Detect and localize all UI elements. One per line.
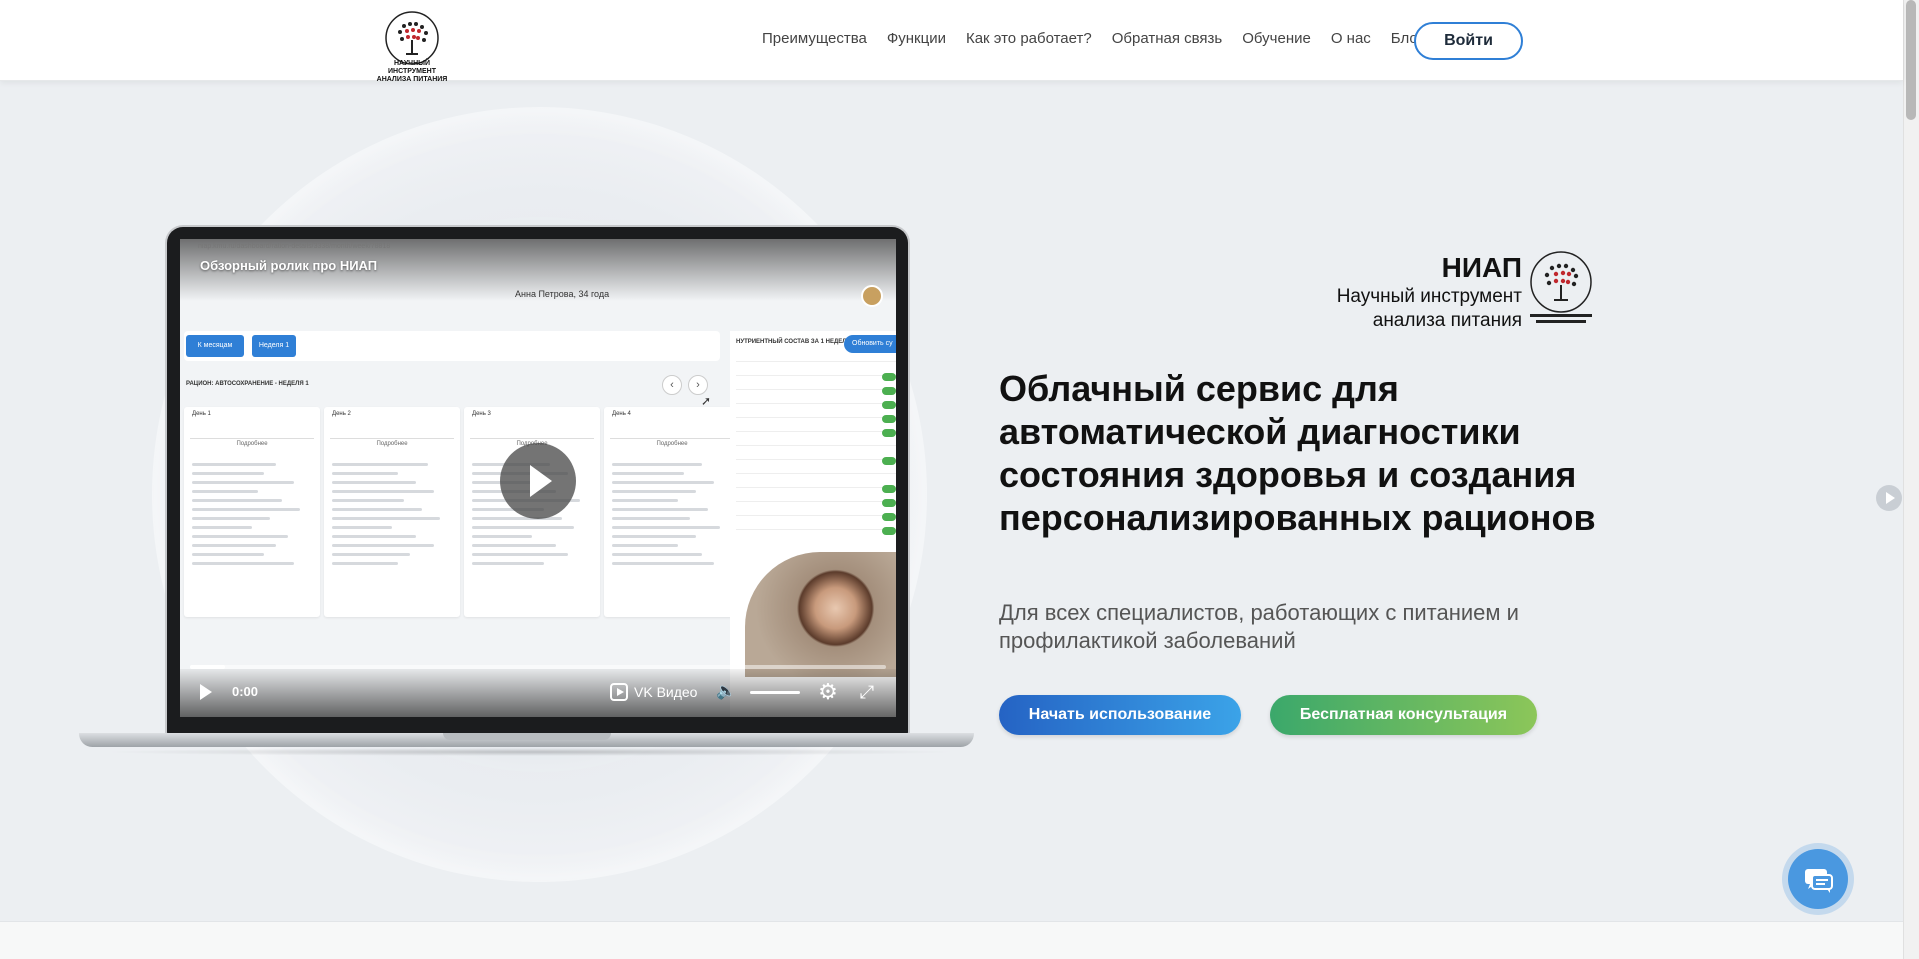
progress-fill (190, 665, 225, 669)
patient-name: Анна Петрова, 34 года (515, 289, 610, 299)
chat-icon (1805, 869, 1833, 893)
day-card: День 4 Подробнее (604, 407, 740, 617)
day-macros (190, 423, 314, 439)
nutrient-row (736, 375, 896, 376)
current-time: 0:00 (232, 684, 259, 699)
page-scrollbar[interactable] (1903, 0, 1919, 959)
cursor-icon: ➚ (701, 394, 712, 408)
week-chip[interactable]: Неделя 1 (252, 335, 296, 357)
start-using-button[interactable]: Начать использование (999, 695, 1241, 735)
nutrient-row (736, 529, 896, 530)
vk-video-icon (610, 683, 628, 701)
niap-logo-icon (1530, 251, 1592, 323)
video-title: Обзорный ролик про НИАП (200, 258, 378, 273)
refresh-button[interactable]: Обновить су (844, 335, 896, 353)
hero-subhead: Для всех специалистов, работающих с пита… (999, 600, 1519, 653)
logo-caption: НАУЧНЫЙ ИНСТРУМЕНТ АНАЛИЗА ПИТАНИЯ (376, 60, 448, 83)
nutrient-bar (882, 415, 896, 423)
nav-advantages[interactable]: Преимущества (762, 30, 867, 47)
volume-icon[interactable]: 🔈 (716, 682, 738, 702)
prev-arrow-icon[interactable]: ‹ (662, 375, 682, 395)
nutrients-title: НУТРИЕНТНЫЙ СОСТАВ ЗА 1 НЕДЕЛЮ (736, 339, 853, 345)
play-icon[interactable] (200, 684, 212, 700)
scrollbar-thumb[interactable] (1906, 0, 1916, 120)
chat-button[interactable] (1788, 849, 1848, 909)
day-macros (330, 423, 454, 439)
free-consultation-button[interactable]: Бесплатная консультация (1270, 695, 1537, 735)
gear-icon[interactable]: ⚙ (816, 680, 840, 704)
day-meals (192, 457, 312, 571)
nav-how-it-works[interactable]: Как это работает? (966, 30, 1092, 47)
nutrient-bar (882, 401, 896, 409)
nav-feedback[interactable]: Обратная связь (1112, 30, 1223, 47)
nutrient-row (736, 403, 896, 404)
nav-training[interactable]: Обучение (1242, 30, 1311, 47)
day-more-link[interactable]: Подробнее (604, 441, 740, 447)
nutrient-bar (882, 387, 896, 395)
vk-video-label: VK Видео (634, 684, 698, 700)
next-arrow-icon[interactable]: › (688, 375, 708, 395)
nutrient-row (736, 389, 896, 390)
nutrient-bar (882, 527, 896, 535)
nutrient-row (736, 431, 896, 432)
brand-line-1: Научный инструмент (1336, 286, 1522, 307)
nutrient-bar (882, 429, 896, 437)
brand-line-2: анализа питания (1372, 310, 1522, 331)
nav-about[interactable]: О нас (1331, 30, 1371, 47)
login-button[interactable]: Войти (1414, 22, 1523, 60)
laptop-shadow (100, 748, 960, 756)
nutrient-row (736, 445, 896, 446)
vk-video-brand[interactable]: VK Видео (610, 683, 697, 701)
next-section-strip (0, 921, 1903, 959)
play-icon[interactable] (500, 443, 576, 519)
nutrient-row (736, 459, 896, 460)
nutrient-bar (882, 499, 896, 507)
brand-name: НИАП (1441, 252, 1522, 283)
day-title: День 3 (472, 411, 491, 417)
day-title: День 1 (192, 411, 211, 417)
avatar (861, 285, 883, 307)
hero-headline: Облачный сервис для автоматической диагн… (999, 368, 1596, 538)
nutrient-row (736, 361, 896, 362)
nutrient-row (736, 501, 896, 502)
day-card: День 1 Подробнее (184, 407, 320, 617)
day-macros (610, 423, 734, 439)
fullscreen-icon[interactable]: ⤢ (856, 681, 878, 703)
brand-block: НИАП Научный инструмент анализа питания (1306, 251, 1522, 333)
site-header: НАУЧНЫЙ ИНСТРУМЕНТ АНАЛИЗА ПИТАНИЯ Преим… (0, 0, 1903, 83)
video-url: niap.kmu.ru/dashboard/ration-details/333… (198, 243, 391, 250)
video-player[interactable]: К месяцам Неделя 1 РАЦИОН: АВТОСОХРАНЕНИ… (180, 239, 896, 717)
nutrient-row (736, 487, 896, 488)
day-meals (612, 457, 732, 571)
nutrient-row (736, 473, 896, 474)
progress-bar[interactable] (190, 665, 886, 669)
week-title: РАЦИОН: АВТОСОХРАНЕНИЕ - НЕДЕЛЯ 1 (186, 381, 309, 387)
day-title: День 2 (332, 411, 351, 417)
nutrient-row (736, 417, 896, 418)
nutrient-bar (882, 457, 896, 465)
player-controls: 0:00 VK Видео 🔈 ⚙ ⤢ (180, 669, 896, 717)
play-icon[interactable] (1876, 485, 1902, 511)
day-more-link[interactable]: Подробнее (184, 441, 320, 447)
laptop-notch (443, 733, 611, 740)
nutrient-bar (882, 485, 896, 493)
day-title: День 4 (612, 411, 631, 417)
day-meals (332, 457, 452, 571)
day-macros (470, 423, 594, 439)
nav-features[interactable]: Функции (887, 30, 946, 47)
nutrient-row (736, 515, 896, 516)
day-more-link[interactable]: Подробнее (324, 441, 460, 447)
day-card: День 2 Подробнее (324, 407, 460, 617)
months-chip[interactable]: К месяцам (186, 335, 244, 357)
main-nav: Преимущества Функции Как это работает? О… (762, 30, 1423, 47)
volume-slider[interactable] (750, 691, 800, 694)
nutrient-bar (882, 513, 896, 521)
nutrient-bar (882, 373, 896, 381)
